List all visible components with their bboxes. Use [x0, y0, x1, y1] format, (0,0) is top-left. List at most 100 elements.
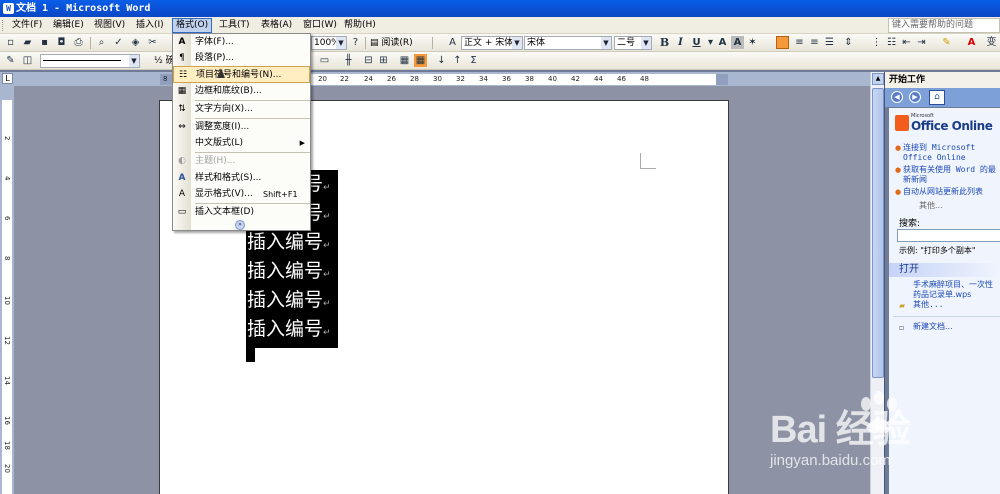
- task-pane-nav: ◀ ▶ ⌂: [885, 88, 1000, 107]
- doc-line[interactable]: 插入编号↵: [247, 228, 335, 257]
- show-gridlines-icon[interactable]: ▦: [414, 54, 427, 67]
- margin-corner-mark: [640, 153, 656, 169]
- eraser-icon[interactable]: ◫: [21, 54, 34, 67]
- title-bar: W 文档 1 - Microsoft Word: [0, 0, 1000, 17]
- char-shading-icon[interactable]: A: [731, 36, 744, 49]
- menu-item-paragraph[interactable]: ¶ 段落(P)...: [173, 50, 310, 67]
- sort-desc-icon[interactable]: ↑: [451, 54, 464, 67]
- search-input[interactable]: [897, 229, 1000, 242]
- menu-item-reveal-formatting[interactable]: A 显示格式(V)... Shift+F1: [173, 186, 310, 203]
- align-justify-icon[interactable]: [776, 36, 789, 49]
- bullets-icon: ☷: [178, 70, 188, 80]
- doc-line[interactable]: 插入编号↵: [247, 286, 335, 315]
- vruler-tick: 16: [3, 416, 11, 425]
- tab-selector-icon[interactable]: L: [2, 73, 13, 84]
- more-buttons-icon[interactable]: 变: [985, 36, 998, 49]
- align-right-icon[interactable]: ≡: [808, 36, 821, 49]
- menu-item-text-direction[interactable]: ⇅ 文字方向(X)...: [173, 101, 310, 118]
- autosum-icon[interactable]: Σ: [467, 54, 480, 67]
- menu-item-borders-shading[interactable]: ▦ 边框和底纹(B)...: [173, 83, 310, 100]
- horizontal-ruler[interactable]: L 8 20 22 24 26 28 30 32 34 36 38 40 42 …: [0, 72, 884, 86]
- drawing-borders-toolbar: ✎ ◫ ▼ ½ 磅 ▭ ╫ ⊟ ⊞ ▦ ▦ ↓ ↑ Σ: [0, 52, 1000, 70]
- menu-edit[interactable]: 编辑(E): [50, 18, 87, 33]
- sort-asc-icon[interactable]: ↓: [435, 54, 448, 67]
- menu-format[interactable]: 格式(O): [172, 18, 213, 33]
- menu-tools[interactable]: 工具(T): [216, 18, 253, 33]
- doc-line[interactable]: 插入编号↵: [247, 315, 335, 344]
- scroll-thumb[interactable]: [872, 88, 884, 378]
- increase-indent-icon[interactable]: ⇥: [915, 36, 928, 49]
- highlight-icon[interactable]: ✎: [940, 36, 953, 49]
- spelling-icon[interactable]: ✓: [112, 36, 125, 49]
- menu-view[interactable]: 视图(V): [91, 18, 128, 33]
- merge-cells-icon[interactable]: ▭: [318, 54, 331, 67]
- menu-item-insert-textbox[interactable]: ▭ 插入文本框(D): [173, 204, 310, 221]
- menu-window[interactable]: 窗口(W): [300, 18, 340, 33]
- link-news[interactable]: 获取有关使用 Word 的最新新闻: [903, 165, 999, 185]
- styles-pane-icon[interactable]: A: [446, 36, 459, 49]
- open-more-link[interactable]: 其他...: [913, 300, 943, 310]
- line-spacing-icon[interactable]: ⇕: [842, 36, 855, 49]
- menu-item-styles-formatting[interactable]: A 样式和格式(S)...: [173, 170, 310, 187]
- menu-help[interactable]: 帮助(H): [341, 18, 379, 33]
- font-size-combo[interactable]: 二号 ▼: [614, 36, 652, 50]
- table-autoformat-icon[interactable]: ▦: [398, 54, 411, 67]
- back-icon[interactable]: ◀: [891, 91, 903, 103]
- numbering-icon[interactable]: ⋮: [870, 36, 883, 49]
- link-auto-update[interactable]: 自动从网站更新此列表: [903, 187, 999, 197]
- decrease-indent-icon[interactable]: ⇤: [900, 36, 913, 49]
- char-border-icon[interactable]: A: [716, 36, 729, 49]
- distribute-cols-icon[interactable]: ⊞: [377, 54, 390, 67]
- menu-item-font[interactable]: A 字体(F)...: [173, 34, 310, 51]
- link-office-online[interactable]: 连接到 Microsoft Office Online: [903, 143, 999, 163]
- line-style-combo[interactable]: ▼: [40, 54, 140, 68]
- bullets-icon[interactable]: ☷: [885, 36, 898, 49]
- read-button[interactable]: ▤ 阅读(R): [370, 36, 413, 50]
- menu-file[interactable]: 文件(F): [9, 18, 45, 33]
- print-preview-icon[interactable]: ⌕: [95, 36, 108, 49]
- help-question-box[interactable]: 键入需要帮助的问题: [888, 18, 1000, 33]
- align-center-icon[interactable]: ≡: [793, 36, 806, 49]
- print-icon[interactable]: ⎙: [72, 36, 85, 49]
- new-doc-icon: ▫: [899, 323, 905, 332]
- zoom-combo[interactable]: 100% ▼: [311, 36, 347, 50]
- new-doc-icon[interactable]: ▫: [4, 36, 17, 49]
- distribute-rows-icon[interactable]: ⊟: [362, 54, 375, 67]
- menu-item-adjust-width[interactable]: ⇔ 调整宽度(I)...: [173, 119, 310, 136]
- word-window: W 文档 1 - Microsoft Word 文件(F) 编辑(E) 视图(V…: [0, 0, 1000, 494]
- underline-button[interactable]: U: [690, 36, 703, 49]
- forward-icon[interactable]: ▶: [909, 91, 921, 103]
- split-cells-icon[interactable]: ╫: [342, 54, 355, 67]
- recent-file-link[interactable]: 手术麻醉项目、一次性药品记录单.wps: [913, 280, 999, 300]
- doc-line[interactable]: 插入编号↵: [247, 257, 335, 286]
- font-color-icon[interactable]: A: [965, 36, 978, 49]
- ruler-tick: 20: [318, 75, 327, 83]
- logo-big-text: Office Online: [911, 119, 993, 133]
- vruler-tick: 10: [3, 296, 11, 305]
- help-icon[interactable]: ?: [349, 36, 362, 49]
- distributed-icon[interactable]: ☰: [823, 36, 836, 49]
- italic-button[interactable]: I: [674, 36, 687, 49]
- menu-insert[interactable]: 插入(I): [133, 18, 167, 33]
- research-icon[interactable]: ◈: [129, 36, 142, 49]
- ruler-tick: 34: [479, 75, 488, 83]
- menu-item-bullets-numbering[interactable]: ☷ 项目符号和编号(N)...: [173, 66, 310, 83]
- vertical-ruler[interactable]: 2 4 6 8 10 12 14 16 18 20: [0, 86, 14, 494]
- menu-table[interactable]: 表格(A): [258, 18, 295, 33]
- open-icon[interactable]: ▰: [21, 36, 34, 49]
- bold-button[interactable]: B: [658, 36, 671, 49]
- save-icon[interactable]: ▪: [38, 36, 51, 49]
- font-combo[interactable]: 宋体 ▼: [524, 36, 612, 50]
- scroll-up-button[interactable]: ▲: [872, 73, 884, 85]
- cut-icon[interactable]: ✂: [146, 36, 159, 49]
- expand-menu-chevron-icon[interactable]: »: [235, 220, 245, 230]
- menu-item-chinese-layout[interactable]: 中文版式(L) ▶: [173, 135, 310, 152]
- emphasis-icon[interactable]: ✶: [746, 36, 759, 49]
- home-icon[interactable]: ⌂: [929, 90, 945, 105]
- links-more[interactable]: 其他...: [919, 200, 943, 211]
- new-document-link[interactable]: 新建文档...: [913, 322, 953, 332]
- styles-icon: A: [178, 173, 186, 183]
- style-combo[interactable]: 正文 + 宋体 ▼: [461, 36, 523, 50]
- draw-table-icon[interactable]: ✎: [4, 54, 17, 67]
- permission-icon[interactable]: ◘: [55, 36, 68, 49]
